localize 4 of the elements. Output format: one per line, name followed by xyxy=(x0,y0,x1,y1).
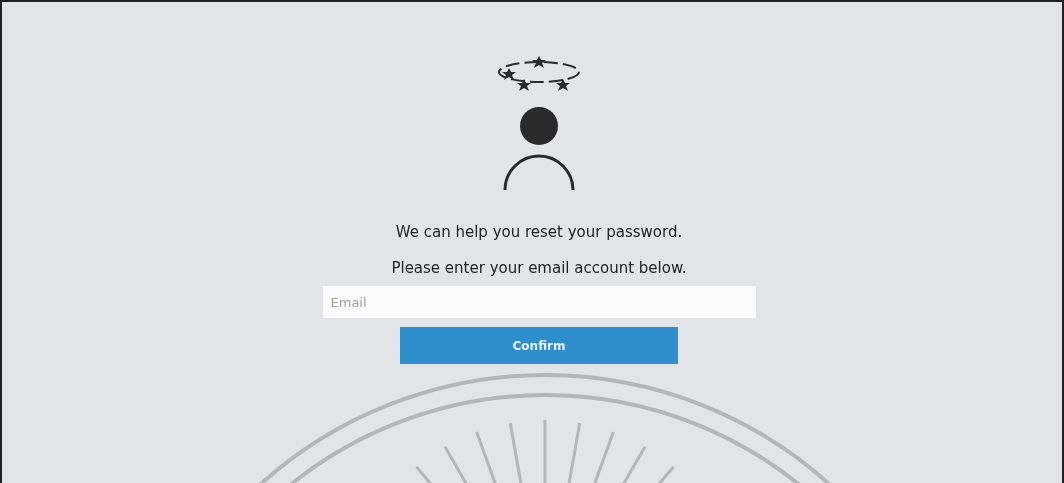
email-field[interactable]: Email xyxy=(322,286,756,318)
instruction-text: We can help you reset your password. xyxy=(395,222,683,242)
confirm-button[interactable]: Confirm xyxy=(400,327,678,364)
instruction-text: Please enter your email account below. xyxy=(391,258,687,278)
